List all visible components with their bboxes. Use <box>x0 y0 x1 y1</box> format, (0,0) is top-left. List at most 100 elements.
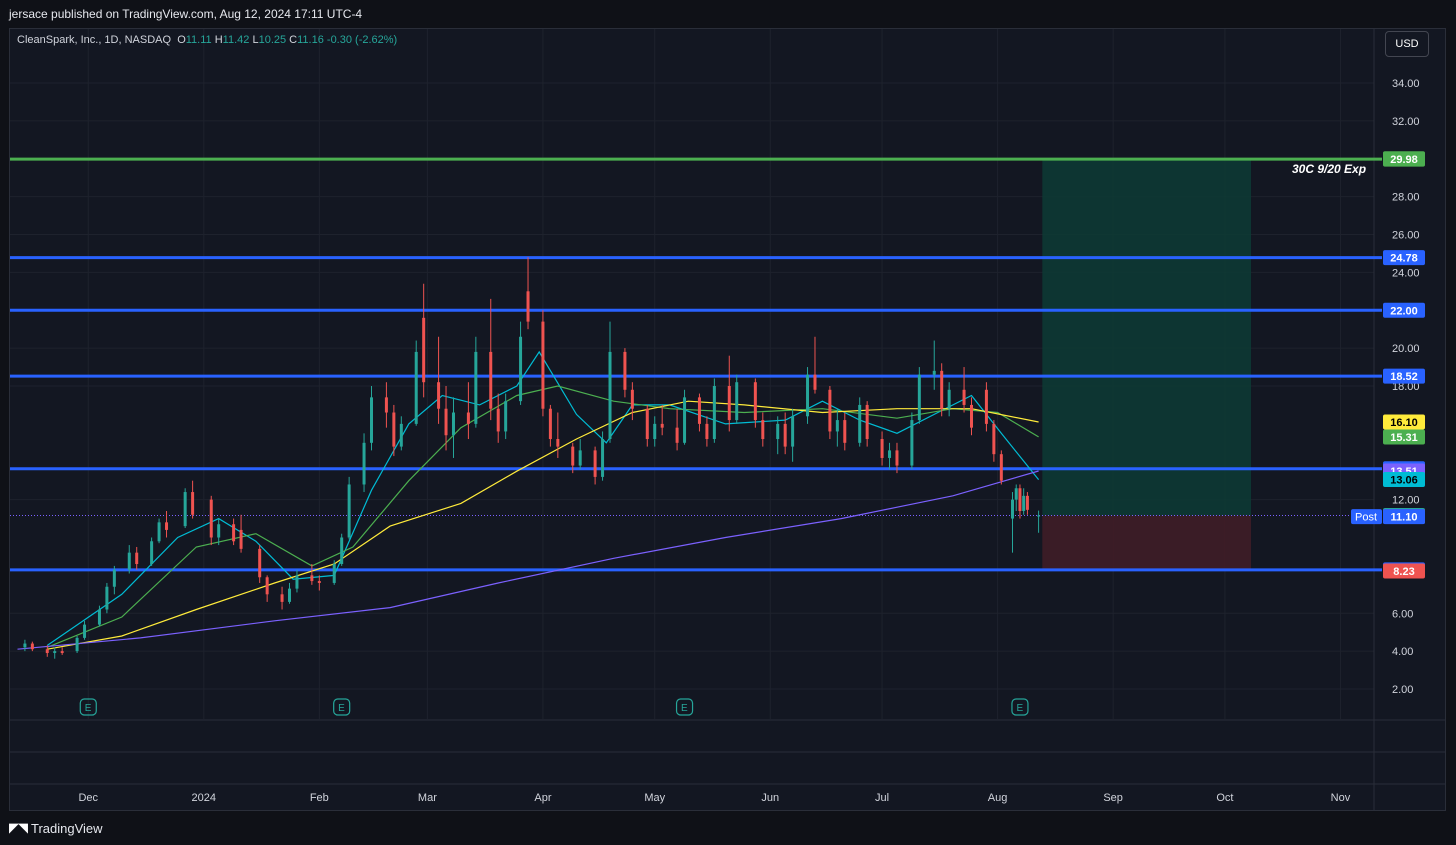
candle-body <box>1037 515 1041 517</box>
candle-body <box>843 420 847 443</box>
price-badge-label: 29.98 <box>1390 154 1418 166</box>
price-badge-label: 11.10 <box>1391 512 1418 524</box>
high-value: 11.42 <box>222 34 250 46</box>
candle-body <box>310 575 314 582</box>
price-badge-label: 16.10 <box>1390 417 1418 429</box>
price-badge-label: 8.23 <box>1393 566 1414 578</box>
candle-body <box>444 408 448 436</box>
candle-body <box>1022 495 1026 511</box>
candle-body <box>697 397 701 424</box>
symbol-legend: CleanSpark, Inc., 1D, NASDAQ O11.11 H11.… <box>17 34 397 46</box>
candle-body <box>683 397 687 443</box>
candle-body <box>519 336 523 402</box>
earnings-marker-label: E <box>1016 703 1023 714</box>
price-chart[interactable]: E E E E34.0032.0028.0026.0024.0020.0018.001… <box>0 0 1456 845</box>
candle-body <box>1018 488 1022 511</box>
moving-average-line <box>17 470 1039 650</box>
footer-brand: ◤◥ TradingView <box>9 820 103 836</box>
y-tick-label: 20.00 <box>1392 343 1420 355</box>
y-tick-label: 12.00 <box>1392 495 1420 507</box>
candle-body <box>578 450 582 466</box>
x-tick-label: Feb <box>310 792 329 804</box>
candle-body <box>232 524 236 542</box>
candle-body <box>776 423 780 440</box>
candle-body <box>466 412 470 424</box>
x-tick-label: Dec <box>78 792 98 804</box>
candle-body <box>761 420 765 440</box>
close-label: C <box>289 34 298 46</box>
candle-body <box>880 439 884 458</box>
candle-body <box>451 412 455 436</box>
candle-body <box>183 492 187 527</box>
candle-body <box>258 548 262 578</box>
price-badge-label: 13.06 <box>1390 475 1418 487</box>
currency-button[interactable]: USD <box>1385 31 1429 57</box>
y-tick-label: 2.00 <box>1392 684 1413 696</box>
symbol-name: CleanSpark, Inc., 1D, NASDAQ <box>17 34 172 46</box>
candle-body <box>548 408 552 440</box>
candle-body <box>150 541 154 565</box>
candle-body <box>835 420 839 432</box>
candle-body <box>783 423 787 447</box>
x-tick-label: Jun <box>761 792 779 804</box>
candle-body <box>30 643 34 650</box>
candle-body <box>317 581 321 583</box>
x-tick-label: Nov <box>1331 792 1351 804</box>
candle-body <box>970 404 974 428</box>
candle-body <box>999 454 1003 481</box>
candle-body <box>496 408 500 432</box>
high-label: H <box>214 34 223 46</box>
candle-body <box>865 404 869 440</box>
candle-body <box>422 317 426 383</box>
candle-body <box>97 609 101 625</box>
x-tick-label: Mar <box>418 792 437 804</box>
low-value: 10.25 <box>258 34 287 46</box>
x-tick-label: 2024 <box>192 792 216 804</box>
candle-body <box>940 370 944 409</box>
candle-body <box>645 408 649 440</box>
candle-body <box>660 423 664 428</box>
candle-body <box>791 416 795 447</box>
candle-body <box>571 446 575 466</box>
candle-body <box>910 420 914 466</box>
post-market-label: Post <box>1355 512 1377 524</box>
price-badge-label: 24.78 <box>1390 253 1418 265</box>
candle-body <box>1011 499 1015 519</box>
candle-body <box>608 351 612 440</box>
earnings-marker-label: E <box>85 703 92 714</box>
price-badge-label: 22.00 <box>1390 305 1418 317</box>
candle-body <box>813 374 817 390</box>
candle-body <box>165 522 169 530</box>
price-badge-label: 18.52 <box>1390 371 1418 383</box>
candle-body <box>60 651 64 654</box>
candle-body <box>653 423 657 440</box>
candle-body <box>384 397 388 413</box>
y-tick-label: 34.00 <box>1392 78 1420 90</box>
candle-body <box>504 401 508 432</box>
candle-body <box>399 423 403 447</box>
candle-body <box>340 537 344 565</box>
x-tick-label: Sep <box>1103 792 1123 804</box>
candle-body <box>83 624 87 638</box>
candle-body <box>157 522 161 542</box>
option-annotation: 30C 9/20 Exp <box>1292 162 1367 176</box>
candle-body <box>593 450 597 477</box>
candle-body <box>1025 495 1029 510</box>
y-tick-label: 24.00 <box>1392 267 1420 279</box>
candle-body <box>295 575 299 589</box>
candle-body <box>217 524 221 538</box>
candle-body <box>623 351 627 390</box>
y-tick-label: 4.00 <box>1392 646 1413 658</box>
y-tick-label: 28.00 <box>1392 192 1420 204</box>
candle-body <box>112 569 116 587</box>
candle-body <box>984 389 988 424</box>
candle-body <box>288 588 292 602</box>
open-value: 11.11 <box>185 34 212 46</box>
candle-body <box>735 382 739 421</box>
x-tick-label: Apr <box>534 792 551 804</box>
earnings-marker-label: E <box>338 703 345 714</box>
close-value: 11.16 <box>297 34 324 46</box>
candle-body <box>369 397 373 443</box>
x-tick-label: May <box>644 792 665 804</box>
candle-body <box>556 439 560 447</box>
